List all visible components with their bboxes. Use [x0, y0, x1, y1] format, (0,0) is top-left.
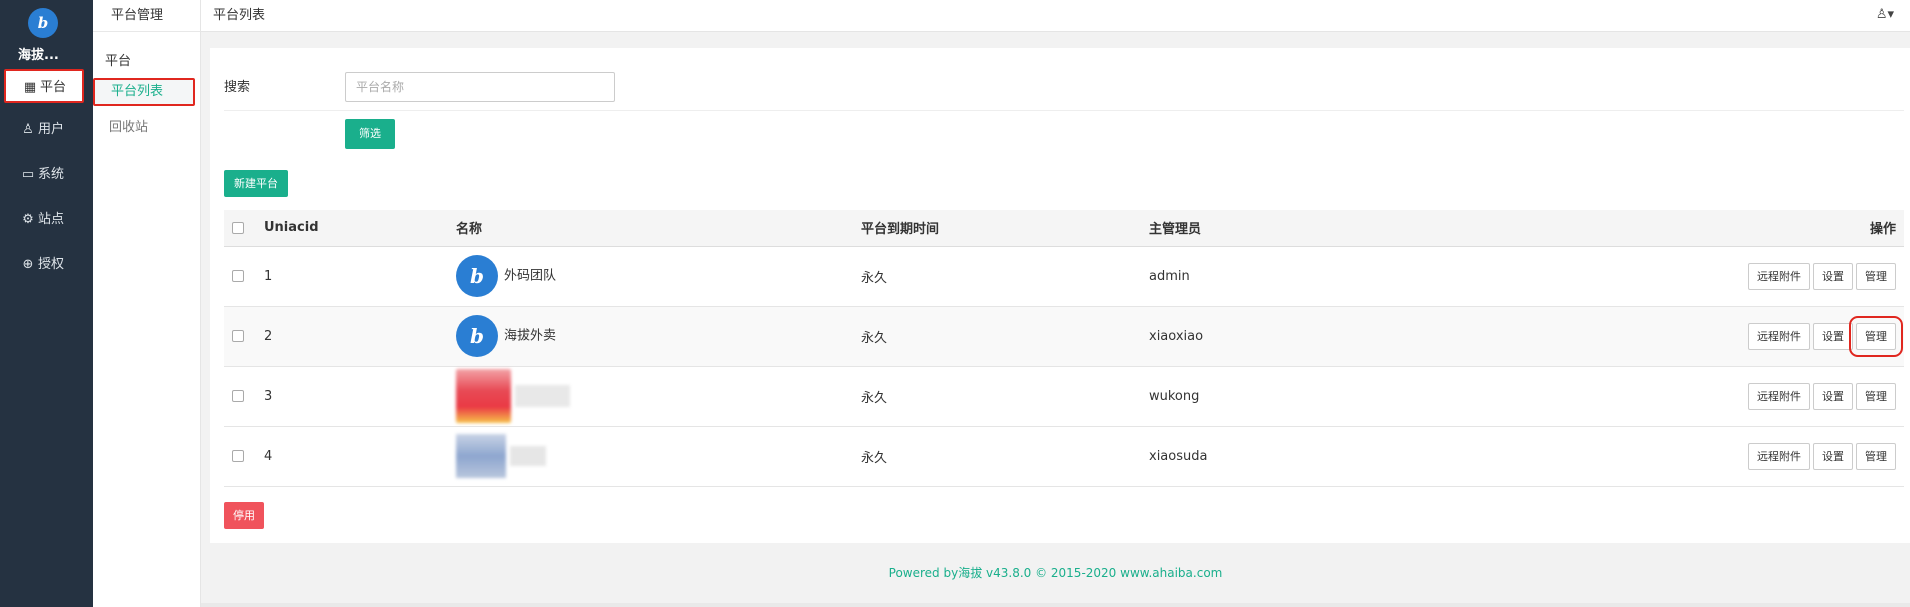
subnav-item-platform-list[interactable]: 平台列表	[93, 78, 195, 106]
remote-attachment-button[interactable]: 远程附件	[1748, 382, 1810, 410]
platform-logo: b	[456, 255, 498, 297]
cell-expire: 永久	[861, 246, 1149, 307]
nav-item-label: 平台	[40, 80, 67, 95]
table-header-row: Uniacid 名称 平台到期时间 主管理员 操作	[224, 210, 1904, 247]
settings-button[interactable]: 设置	[1813, 382, 1853, 410]
blurred-logo	[456, 434, 506, 478]
search-input[interactable]	[345, 72, 615, 102]
cell-admin: admin	[1149, 246, 1559, 307]
platform-logo: b	[456, 315, 498, 357]
platform-table: Uniacid 名称 平台到期时间 主管理员 操作 1 b 外码团队 永久 adm…	[224, 210, 1904, 487]
manage-button[interactable]: 管理	[1856, 442, 1896, 470]
settings-button[interactable]: 设置	[1813, 262, 1853, 290]
grid-icon: ▦	[23, 80, 37, 95]
cell-name: b 外码团队	[456, 246, 861, 307]
blurred-logo	[456, 369, 511, 423]
settings-button[interactable]: 设置	[1813, 322, 1853, 350]
brand-name[interactable]: 海拔...	[18, 44, 59, 63]
nav-item-users[interactable]: ♙ 用户	[4, 113, 84, 147]
col-header-uniacid: Uniacid	[264, 210, 456, 247]
remote-attachment-button[interactable]: 远程附件	[1748, 442, 1810, 470]
row-select-cell	[224, 426, 264, 487]
main-nav: b 海拔... ▦ 平台 ♙ 用户 ▭ 系统 ⚙ 站点 ⊕ 授权	[0, 0, 93, 607]
cell-actions: 远程附件 设置 管理	[1559, 306, 1904, 367]
subnav-group-title: 平台	[105, 54, 132, 69]
row-checkbox[interactable]	[232, 270, 244, 282]
globe-icon: ⊕	[22, 257, 34, 272]
settings-button[interactable]: 设置	[1813, 442, 1853, 470]
select-all-checkbox[interactable]	[232, 221, 244, 234]
user-menu-icon[interactable]: ♙▾	[1876, 7, 1894, 22]
row-select-cell	[224, 246, 264, 307]
cell-admin: xiaoxiao	[1149, 306, 1559, 367]
nav-item-label: 系统	[38, 167, 65, 182]
select-all-cell	[224, 210, 264, 247]
nav-item-platform[interactable]: ▦ 平台	[4, 69, 84, 103]
manage-button[interactable]: 管理	[1849, 315, 1903, 357]
platform-name: 外码团队	[504, 268, 557, 284]
search-label: 搜索	[224, 80, 251, 95]
cell-expire: 永久	[861, 366, 1149, 427]
subnav-item-recycle-bin[interactable]: 回收站	[109, 116, 148, 135]
cell-admin: xiaosuda	[1149, 426, 1559, 487]
remote-attachment-button[interactable]: 远程附件	[1748, 262, 1810, 290]
col-header-expire: 平台到期时间	[861, 210, 1149, 247]
cell-name: b 海拔外卖	[456, 306, 861, 367]
filter-button[interactable]: 筛选	[345, 119, 395, 149]
cell-actions: 远程附件 设置 管理	[1559, 426, 1904, 487]
table-row: 4 永久 xiaosuda 远程附件 设置 管理	[224, 426, 1904, 487]
sub-nav: 平台管理 平台 平台列表 回收站	[93, 0, 201, 607]
cell-admin: wukong	[1149, 366, 1559, 427]
col-header-actions: 操作	[1559, 210, 1904, 247]
manage-button[interactable]: 管理	[1856, 382, 1896, 410]
nav-item-label: 站点	[38, 212, 65, 227]
cell-actions: 远程附件 设置 管理	[1559, 246, 1904, 307]
gear-icon: ⚙	[22, 212, 34, 227]
cell-name	[456, 426, 861, 487]
manage-button[interactable]: 管理	[1856, 262, 1896, 290]
user-icon: ♙	[22, 122, 34, 137]
cell-name	[456, 366, 861, 427]
nav-item-label: 授权	[38, 257, 65, 272]
nav-item-system[interactable]: ▭ 系统	[4, 158, 84, 192]
col-header-admin: 主管理员	[1149, 210, 1559, 247]
blurred-name	[515, 385, 570, 407]
top-bar: 平台列表 ♙▾	[201, 0, 1910, 32]
nav-item-license[interactable]: ⊕ 授权	[4, 248, 84, 282]
cell-uniacid: 2	[264, 306, 456, 367]
cell-expire: 永久	[861, 306, 1149, 367]
brand-logo[interactable]: b	[28, 8, 58, 38]
main-panel: 搜索 筛选 新建平台 Uniacid 名称 平台到期时间 主管理员 操作 1 b…	[210, 48, 1910, 543]
footer-text: Powered by海拔 v43.8.0 © 2015-2020 www.aha…	[888, 566, 1223, 580]
subnav-header: 平台管理	[93, 0, 200, 32]
blurred-name	[510, 446, 546, 466]
row-select-cell	[224, 366, 264, 427]
monitor-icon: ▭	[21, 167, 35, 182]
bottom-border	[201, 603, 1910, 607]
platform-name: 海拔外卖	[504, 328, 557, 344]
table-row: 1 b 外码团队 永久 admin 远程附件 设置 管理	[224, 246, 1904, 307]
divider	[224, 110, 1904, 111]
nav-item-label: 用户	[38, 122, 65, 137]
new-platform-button[interactable]: 新建平台	[224, 170, 288, 197]
disable-button[interactable]: 停用	[224, 502, 264, 529]
row-select-cell	[224, 306, 264, 367]
remote-attachment-button[interactable]: 远程附件	[1748, 322, 1810, 350]
table-row: 2 b 海拔外卖 永久 xiaoxiao 远程附件 设置 管理	[224, 306, 1904, 367]
table-row: 3 永久 wukong 远程附件 设置 管理	[224, 366, 1904, 427]
row-checkbox[interactable]	[232, 330, 244, 342]
col-header-name: 名称	[456, 210, 861, 247]
row-checkbox[interactable]	[232, 390, 244, 402]
cell-uniacid: 3	[264, 366, 456, 427]
cell-uniacid: 1	[264, 246, 456, 307]
nav-item-site[interactable]: ⚙ 站点	[4, 203, 84, 237]
cell-expire: 永久	[861, 426, 1149, 487]
row-checkbox[interactable]	[232, 450, 244, 462]
cell-actions: 远程附件 设置 管理	[1559, 366, 1904, 427]
cell-uniacid: 4	[264, 426, 456, 487]
page-title: 平台列表	[213, 8, 266, 23]
